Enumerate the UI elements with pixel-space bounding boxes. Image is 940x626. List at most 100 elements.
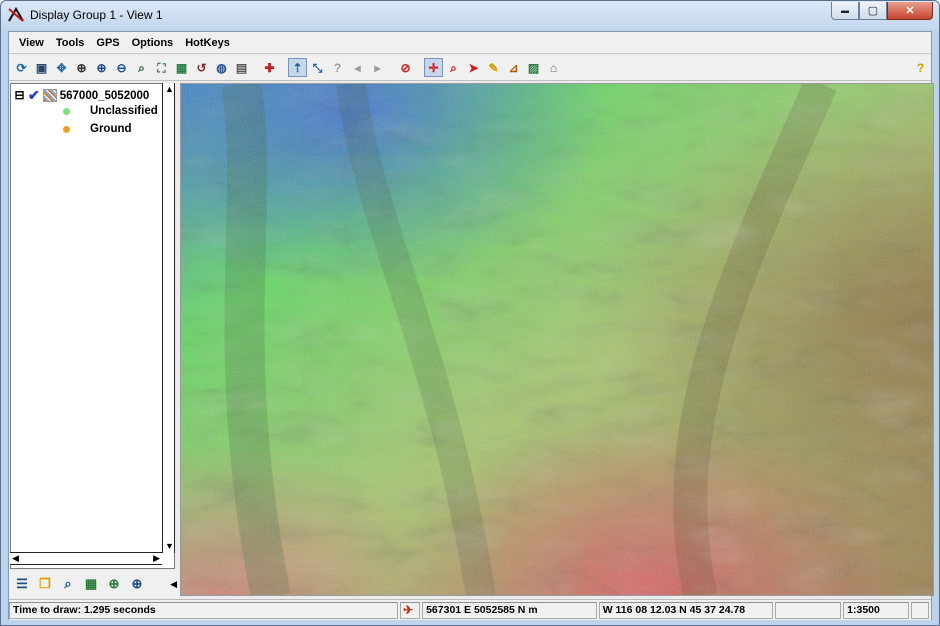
- minimize-icon: ▬: [841, 6, 849, 15]
- visibility-check-icon[interactable]: ✔: [28, 87, 40, 104]
- maximize-button[interactable]: ▢: [859, 2, 887, 20]
- redraw-icon: ⟳: [16, 60, 27, 75]
- add-layer-button[interactable]: ✚: [260, 58, 279, 77]
- pencil-button[interactable]: ✎: [484, 58, 503, 77]
- layer-group-label: 567000_5052000: [59, 89, 150, 102]
- measure-button[interactable]: ⊿: [504, 58, 523, 77]
- geographic-coordinates-status: W 116 08 12.03 N 45 37 24.78: [598, 601, 774, 619]
- zoom-layer-button[interactable]: ▦: [172, 58, 191, 77]
- layer-panel-vertical-scrollbar[interactable]: ▲ ▼: [162, 83, 175, 553]
- zoom-in-button[interactable]: ⊕: [92, 58, 111, 77]
- gps-icon: ⌂: [549, 60, 558, 75]
- layer-item-ground[interactable]: Ground: [63, 123, 132, 135]
- full-extent-icon: ▣: [35, 60, 48, 75]
- full-extent-button[interactable]: ▣: [32, 58, 51, 77]
- zoom-red-icon: ⌕: [450, 60, 457, 75]
- zoom-out-icon: ⊖: [116, 60, 127, 75]
- menu-view[interactable]: View: [13, 32, 50, 54]
- unclassified-swatch-icon: [63, 107, 70, 115]
- status-bar: Time to draw: 1.295 seconds ✈ 567301 E 5…: [9, 599, 931, 620]
- zoom-to-layer-button[interactable]: ▦: [81, 574, 101, 594]
- zoom-extent-button[interactable]: ⛶: [152, 58, 171, 77]
- scroll-right-icon[interactable]: ▶: [153, 554, 160, 563]
- extra-status-field: [911, 601, 929, 619]
- minimize-button[interactable]: ▬: [831, 2, 859, 20]
- multi-select-button[interactable]: ⤡: [308, 58, 327, 77]
- draw-time-status: Time to draw: 1.295 seconds: [9, 601, 399, 619]
- menu-hotkeys[interactable]: HotKeys: [179, 32, 236, 54]
- multi-select-icon: ⤡: [312, 60, 323, 75]
- layer-item-unclassified[interactable]: Unclassified: [63, 105, 158, 117]
- move-icon: ✛: [428, 60, 439, 75]
- pan-button[interactable]: ✥: [52, 58, 71, 77]
- main-toolbar: ⟳ ▣ ✥ ⊕ ⊕ ⊖ ⌕ ⛶ ▦ ↺ ◍ ▤ ✚ ⇡ ⤡? ◂ ▸ ⊘ ✛ ⌕ ➤ ✎ ⊿ ▨ ⌂?: [9, 55, 931, 81]
- zoom-layer-icon: ▦: [175, 60, 188, 75]
- arrow-pointer-icon: ➤: [468, 60, 479, 75]
- menu-bar: View Tools GPS Options HotKeys: [9, 32, 931, 54]
- chart-button[interactable]: ▨: [524, 58, 543, 77]
- select-mode-button[interactable]: ⇡: [288, 58, 307, 77]
- layer-panel-horizontal-scrollbar[interactable]: ◀ ▶: [10, 552, 162, 565]
- layer-panel-toolbar: ☰ ❐ ⌕ ▦ ⊕ ⊕ ◀: [9, 570, 179, 598]
- snapshot-camera-button[interactable]: ▤: [232, 58, 251, 77]
- query-button[interactable]: ?: [328, 58, 347, 77]
- add-layer-icon: ✚: [264, 60, 275, 75]
- forward-icon: ▸: [374, 60, 381, 75]
- map-view-canvas[interactable]: [180, 83, 934, 596]
- layer-controls-button[interactable]: ❐: [35, 574, 55, 594]
- close-button[interactable]: ✕: [887, 2, 933, 20]
- layer-item-label: Ground: [90, 123, 132, 135]
- layer-tree-panel: ⊟ ✔ 567000_5052000 Unclassified Ground: [10, 83, 175, 569]
- layer-controls-icon: ❐: [39, 576, 51, 591]
- find-icon: ⌕: [64, 576, 72, 591]
- view-client-area: View Tools GPS Options HotKeys ⟳ ▣ ✥ ⊕ ⊕ ⊖ ⌕ ⛶ ▦…: [8, 31, 934, 620]
- back-icon: ◂: [354, 60, 361, 75]
- forward-button[interactable]: ▸: [368, 58, 387, 77]
- binoculars-button[interactable]: ⊕: [72, 58, 91, 77]
- maximize-icon: ▢: [867, 5, 879, 17]
- binoculars-icon: ⊕: [76, 60, 87, 75]
- zoom-in-icon: ⊕: [96, 60, 107, 75]
- collapse-panel-icon[interactable]: ◀: [170, 579, 177, 590]
- scroll-left-icon[interactable]: ◀: [12, 554, 19, 563]
- scroll-down-icon[interactable]: ▼: [165, 542, 174, 551]
- help-button[interactable]: ?: [911, 58, 930, 77]
- zoom-previous-button[interactable]: ↺: [192, 58, 211, 77]
- chart-icon: ▨: [527, 60, 540, 75]
- globe-button[interactable]: ◍: [212, 58, 231, 77]
- zoom-red-button[interactable]: ⌕: [444, 58, 463, 77]
- arrow-pointer-button[interactable]: ➤: [464, 58, 483, 77]
- menu-tools[interactable]: Tools: [50, 32, 91, 54]
- zoom-in-small-icon: ⊕: [131, 576, 143, 591]
- cancel-draw-button[interactable]: ⊘: [396, 58, 415, 77]
- gps-button[interactable]: ⌂: [544, 58, 563, 77]
- caption-buttons: ▬ ▢ ✕: [831, 2, 933, 20]
- find-button[interactable]: ⌕: [58, 574, 78, 594]
- back-button[interactable]: ◂: [348, 58, 367, 77]
- pencil-icon: ✎: [488, 60, 499, 75]
- cancel-draw-icon: ⊘: [400, 60, 411, 75]
- zoom-layer-fit-button[interactable]: ⊕: [104, 574, 124, 594]
- snapshot-camera-icon: ▤: [235, 60, 248, 75]
- zoom-in-small-button[interactable]: ⊕: [127, 574, 147, 594]
- layer-group-row[interactable]: ⊟ ✔ 567000_5052000: [14, 87, 149, 104]
- scroll-up-icon[interactable]: ▲: [165, 85, 174, 94]
- legend-button[interactable]: ☰: [12, 574, 32, 594]
- layer-item-label: Unclassified: [90, 105, 158, 117]
- elevation-relief-image: [181, 84, 933, 595]
- collapse-icon[interactable]: ⊟: [14, 89, 25, 101]
- zoom-box-button[interactable]: ⌕: [132, 58, 151, 77]
- legend-icon: ☰: [16, 576, 28, 591]
- measure-icon: ⊿: [508, 60, 519, 75]
- move-button[interactable]: ✛: [424, 58, 443, 77]
- map-scale-status[interactable]: 1:3500: [843, 601, 910, 619]
- zoom-out-button[interactable]: ⊖: [112, 58, 131, 77]
- select-mode-icon: ⇡: [292, 60, 303, 75]
- title-bar[interactable]: Display Group 1 - View 1 ▬ ▢ ✕: [1, 1, 939, 30]
- redraw-button[interactable]: ⟳: [12, 58, 31, 77]
- menu-gps[interactable]: GPS: [90, 32, 125, 54]
- query-icon: ?: [333, 60, 342, 75]
- gps-position-icon[interactable]: ✈: [400, 601, 421, 619]
- menu-options[interactable]: Options: [126, 32, 180, 54]
- zoom-previous-icon: ↺: [196, 60, 207, 75]
